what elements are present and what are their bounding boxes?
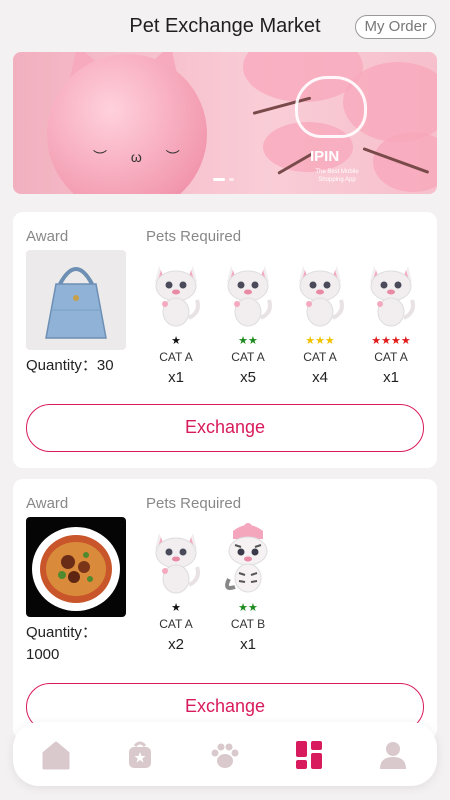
pet-name: CAT A — [159, 350, 193, 364]
pet-count: x1 — [168, 369, 184, 386]
award-quantity: Quantity： 1000 — [26, 624, 97, 663]
exchange-button[interactable]: Exchange — [26, 404, 424, 452]
rarity-stars: ★★ — [238, 335, 258, 347]
cat-a-icon — [358, 254, 424, 330]
cat-b-icon — [215, 521, 281, 597]
pets-required-label: Pets Required — [146, 495, 242, 512]
pets-required-label: Pets Required — [146, 228, 242, 245]
pet-count: x4 — [312, 369, 328, 386]
noodle-bowl-icon — [26, 517, 126, 617]
profile-icon[interactable] — [376, 738, 410, 772]
exchange-card: Award Pets Required Quantity： 1000 ★ CAT… — [13, 479, 437, 739]
home-icon[interactable] — [39, 738, 73, 772]
pet-count: x5 — [240, 369, 256, 386]
rarity-stars: ★ — [171, 602, 181, 614]
pet-name: CAT B — [230, 617, 266, 631]
pet-requirement: ★★★★ CAT A x1 — [358, 254, 424, 387]
rarity-stars: ★★★★ — [371, 335, 411, 347]
pet-count: x2 — [168, 636, 184, 653]
award-quantity: Quantity：30 — [26, 357, 114, 374]
award-label: Award — [26, 228, 69, 245]
pet-name: CAT A — [159, 617, 193, 631]
banner-pager — [213, 178, 234, 181]
pet-count: x1 — [383, 369, 399, 386]
header: Pet Exchange Market My Order — [0, 0, 450, 52]
shop-bag-icon[interactable] — [123, 738, 157, 772]
pet-count: x1 — [240, 636, 256, 653]
pet-name: CAT A — [231, 350, 265, 364]
cat-a-icon — [215, 254, 281, 330]
rarity-stars: ★ — [171, 335, 181, 347]
award-label: Award — [26, 495, 69, 512]
banner-tagline: The Best Mobile Shopping App — [315, 169, 359, 183]
banner-brand: IPIN — [310, 148, 340, 165]
cat-a-icon — [143, 254, 209, 330]
pet-name: CAT A — [374, 350, 408, 364]
rarity-stars: ★★ — [238, 602, 258, 614]
pet-requirement: ★★ CAT B x1 — [215, 521, 281, 654]
handbag-icon — [26, 250, 126, 350]
cat-a-icon — [287, 254, 353, 330]
my-order-button[interactable]: My Order — [355, 15, 436, 39]
ipin-logo — [295, 76, 367, 138]
exchange-card: Award Pets Required Quantity：30 ★ CAT A — [13, 212, 437, 468]
grid-icon[interactable] — [292, 738, 326, 772]
pet-requirement: ★ CAT A x1 — [143, 254, 209, 387]
pet-name: CAT A — [303, 350, 337, 364]
pet-requirement: ★★★ CAT A x4 — [287, 254, 353, 387]
rarity-stars: ★★★ — [305, 335, 335, 347]
pet-requirement: ★ CAT A x2 — [143, 521, 209, 654]
bottom-tab-bar — [13, 722, 437, 786]
paw-icon[interactable] — [208, 738, 242, 772]
promo-banner[interactable]: ︶ ω ︶ IPIN The Best Mobile Shopping App — [13, 52, 437, 194]
cat-a-icon — [143, 521, 209, 597]
pet-requirement: ★★ CAT A x5 — [215, 254, 281, 387]
